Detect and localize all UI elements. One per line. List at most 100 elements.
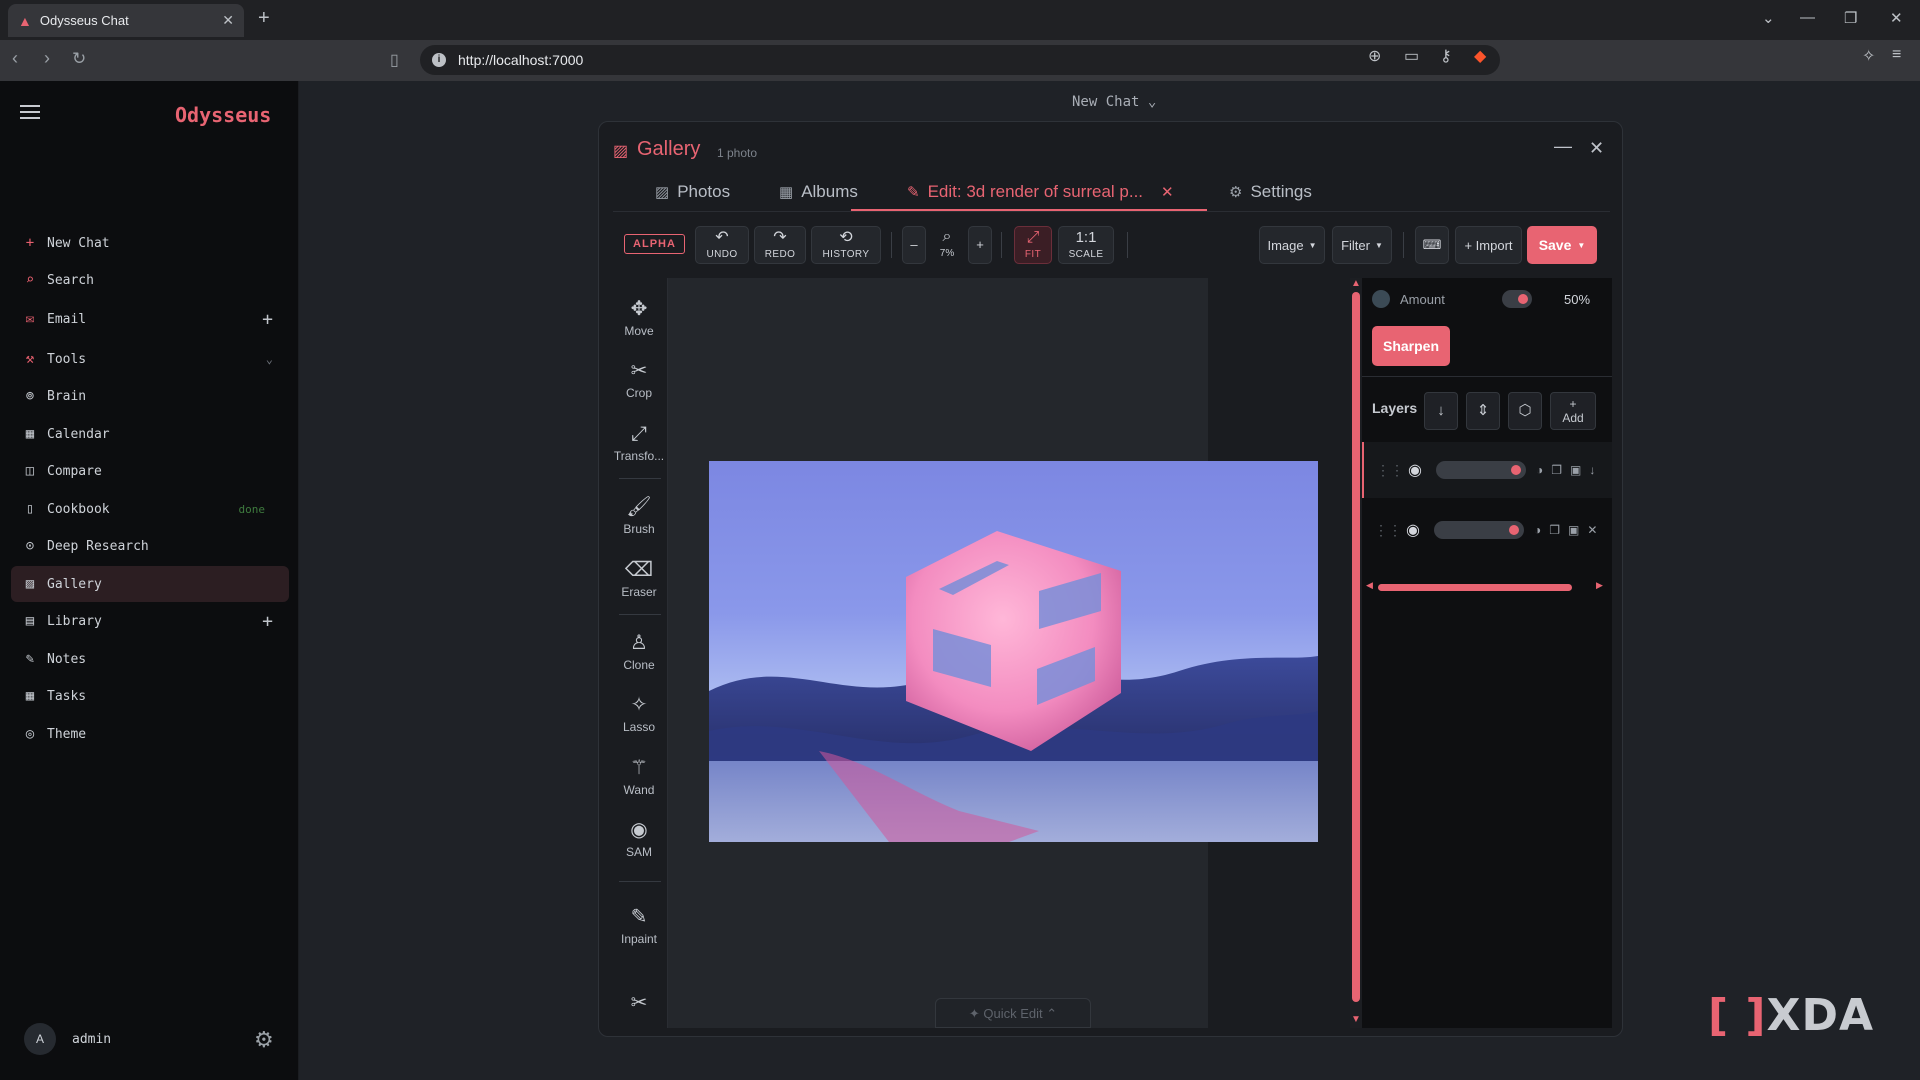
- hamburger-menu-icon[interactable]: [20, 105, 40, 119]
- layers-horizontal-scrollbar[interactable]: [1378, 584, 1572, 591]
- amount-slider[interactable]: [1502, 290, 1532, 308]
- drag-handle-icon[interactable]: ⋮⋮: [1374, 522, 1402, 539]
- tab-settings[interactable]: ⚙ Settings: [1229, 176, 1312, 208]
- undo-button[interactable]: ↶ UNDO: [695, 226, 749, 264]
- redo-button[interactable]: ↷ REDO: [754, 226, 806, 264]
- keyboard-shortcuts-button[interactable]: ⌨: [1415, 226, 1449, 264]
- tool-lasso[interactable]: ✧ Lasso: [611, 694, 667, 734]
- sidebar-item-gallery[interactable]: ▨ Gallery: [11, 566, 289, 602]
- scroll-right-icon[interactable]: ▶: [1596, 580, 1603, 591]
- tool-remove-background[interactable]: ✂: [611, 992, 667, 1014]
- sidebar-item-calendar[interactable]: ▦ Calendar: [11, 416, 289, 452]
- layer-3d-button[interactable]: ⬡: [1508, 392, 1542, 430]
- tool-clone[interactable]: ♙ Clone: [611, 632, 667, 672]
- tool-wand[interactable]: ⚚ Wand: [611, 757, 667, 797]
- cast-icon[interactable]: ▭: [1404, 46, 1419, 66]
- scale-button[interactable]: 1:1 SCALE: [1058, 226, 1114, 264]
- sidebar-item-search[interactable]: ⌕ Search: [11, 262, 289, 298]
- chevron-down-icon[interactable]: ⌄: [266, 352, 273, 366]
- tool-move[interactable]: ✥ Move: [611, 298, 667, 338]
- canvas-scrollbar[interactable]: ▲ ▼: [1350, 278, 1362, 1028]
- sidebar-item-notes[interactable]: ✎ Notes: [11, 641, 289, 677]
- eye-icon[interactable]: ◉: [1408, 460, 1422, 480]
- tool-palette: ✥ Move ✂ Crop ⤢ Transfo... 🖌 Brush ⌫ Eraser ♙…: [611, 278, 667, 1028]
- tool-eraser[interactable]: ⌫ Eraser: [611, 559, 667, 599]
- layer-row[interactable]: ⋮⋮ ◉ ◑❐▣✕: [1362, 502, 1612, 558]
- filter-menu-dropdown[interactable]: Filter ▼: [1332, 226, 1392, 264]
- fit-button[interactable]: ⤢ FIT: [1014, 226, 1052, 264]
- image-menu-dropdown[interactable]: Image ▼: [1259, 226, 1325, 264]
- add-library-icon[interactable]: +: [262, 611, 273, 632]
- sidebar-item-tools[interactable]: ⚒ Tools ⌄: [11, 341, 289, 377]
- layer-actions[interactable]: ◑❐▣↓: [1536, 463, 1603, 477]
- browser-tab[interactable]: ▲ Odysseus Chat ✕: [8, 4, 244, 37]
- close-tab-icon[interactable]: ✕: [222, 12, 234, 29]
- sharpen-button[interactable]: Sharpen: [1372, 326, 1450, 366]
- sidebar-item-new-chat[interactable]: + New Chat: [11, 225, 289, 261]
- scroll-up-icon[interactable]: ▲: [1351, 278, 1361, 289]
- eye-icon[interactable]: ◉: [1406, 520, 1420, 540]
- back-icon[interactable]: ‹: [12, 48, 18, 69]
- address-bar[interactable]: i http://localhost:7000: [420, 45, 1500, 75]
- layer-actions[interactable]: ◑❐▣✕: [1534, 523, 1605, 537]
- close-window-icon[interactable]: ✕: [1890, 9, 1903, 27]
- import-button[interactable]: + Import: [1455, 226, 1522, 264]
- layer-opacity-slider[interactable]: [1436, 461, 1526, 479]
- history-button[interactable]: ⟲ HISTORY: [811, 226, 881, 264]
- sidebar-item-theme[interactable]: ◎ Theme: [11, 716, 289, 752]
- forward-icon[interactable]: ›: [44, 48, 50, 69]
- zoom-in-button[interactable]: +: [968, 226, 992, 264]
- scroll-left-icon[interactable]: ◀: [1366, 580, 1373, 591]
- gear-icon[interactable]: ⚙: [254, 1027, 274, 1053]
- tab-photos[interactable]: ▨ Photos: [655, 176, 730, 208]
- tool-transform[interactable]: ⤢ Transfo...: [611, 423, 667, 463]
- tab-edit[interactable]: ✎ Edit: 3d render of surreal p... ✕: [907, 176, 1174, 208]
- sidebar-item-cookbook[interactable]: ▯ Cookbook done: [11, 491, 289, 527]
- slider-knob[interactable]: [1509, 525, 1519, 535]
- sidebar-item-email[interactable]: ✉ Email +: [11, 301, 289, 337]
- extensions-icon[interactable]: ✧: [1862, 46, 1875, 66]
- tool-brush[interactable]: 🖌 Brush: [611, 496, 667, 536]
- merge-down-button[interactable]: ↓: [1424, 392, 1458, 430]
- add-layer-button[interactable]: + Add: [1550, 392, 1596, 430]
- password-key-icon[interactable]: ⚷: [1440, 46, 1452, 66]
- minimize-icon[interactable]: —: [1554, 136, 1572, 157]
- site-info-icon[interactable]: i: [432, 53, 446, 67]
- slider-knob[interactable]: [1518, 294, 1528, 304]
- tool-inpaint[interactable]: ✎ Inpaint: [611, 906, 667, 946]
- sidebar-item-library[interactable]: ▤ Library +: [11, 603, 289, 639]
- zoom-out-button[interactable]: –: [902, 226, 926, 264]
- user-profile[interactable]: A admin: [24, 1023, 111, 1055]
- brave-shield-icon[interactable]: ◆: [1474, 46, 1486, 66]
- close-tab-icon[interactable]: ✕: [1161, 183, 1174, 201]
- zoom-icon[interactable]: ⊕: [1368, 46, 1381, 66]
- layer-row[interactable]: ⋮⋮ ◉ ◑❐▣↓: [1362, 442, 1612, 498]
- quick-edit-button[interactable]: ✦ Quick Edit ⌃: [935, 998, 1091, 1028]
- layer-opacity-slider[interactable]: [1434, 521, 1524, 539]
- sidebar-item-label: Cookbook: [47, 501, 110, 517]
- sidebar-item-deep-research[interactable]: ⊙ Deep Research: [11, 528, 289, 564]
- sidebar-item-brain[interactable]: ⊚ Brain: [11, 378, 289, 414]
- tool-sam[interactable]: ◉ SAM: [611, 819, 667, 859]
- sidebar-item-tasks[interactable]: ▦ Tasks: [11, 678, 289, 714]
- maximize-window-icon[interactable]: ❐: [1844, 9, 1857, 27]
- flatten-button[interactable]: ⇕: [1466, 392, 1500, 430]
- tab-albums[interactable]: ▦ Albums: [779, 176, 858, 208]
- tool-crop[interactable]: ✂ Crop: [611, 360, 667, 400]
- new-tab-icon[interactable]: +: [258, 7, 270, 30]
- save-button[interactable]: Save ▼: [1527, 226, 1597, 264]
- minimize-window-icon[interactable]: —: [1800, 9, 1815, 26]
- scroll-down-icon[interactable]: ▼: [1351, 1014, 1361, 1025]
- slider-knob[interactable]: [1511, 465, 1521, 475]
- tab-search-chevron-icon[interactable]: ⌄: [1762, 9, 1775, 27]
- reload-icon[interactable]: ↻: [72, 49, 86, 69]
- sidebar-item-compare[interactable]: ◫ Compare: [11, 453, 289, 489]
- chat-title-dropdown[interactable]: New Chat ⌄: [1072, 94, 1156, 110]
- drag-handle-icon[interactable]: ⋮⋮: [1376, 462, 1404, 479]
- scrollbar-thumb[interactable]: [1352, 292, 1360, 1002]
- edited-photo[interactable]: [709, 461, 1318, 842]
- menu-icon[interactable]: ≡: [1892, 46, 1901, 64]
- close-icon[interactable]: ✕: [1589, 138, 1604, 159]
- bookmark-icon[interactable]: ▯: [390, 50, 399, 70]
- add-email-icon[interactable]: +: [262, 309, 273, 330]
